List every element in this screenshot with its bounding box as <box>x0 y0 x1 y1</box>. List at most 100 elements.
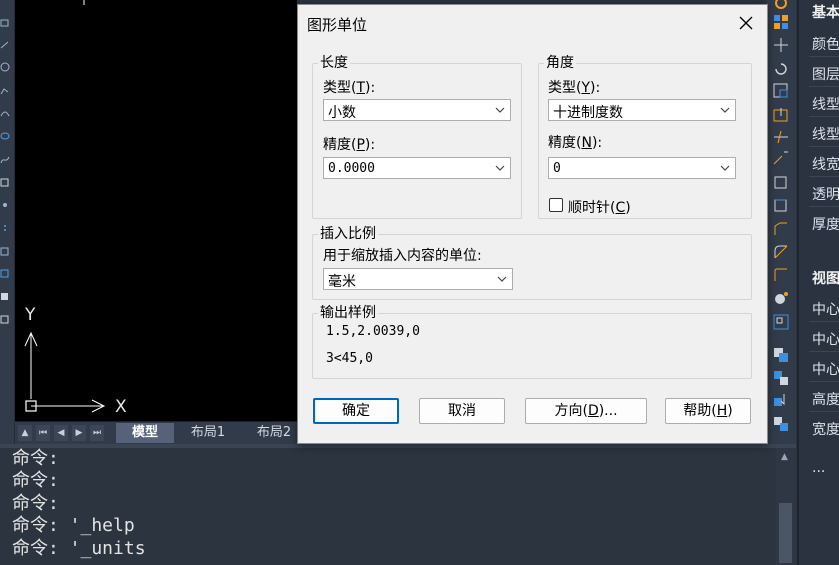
line-tool-icon[interactable] <box>0 40 10 50</box>
command-line: 命令: '_help <box>12 515 135 536</box>
ellipse-tool-icon[interactable] <box>0 131 10 141</box>
clockwise-label[interactable]: 顺时针(C) <box>568 197 631 217</box>
property-center-y[interactable]: 中心 <box>812 329 839 349</box>
property-layer[interactable]: 图层 <box>812 64 839 84</box>
tab-model[interactable]: 模型 <box>116 423 174 443</box>
angle-precision-value: 0 <box>553 161 561 176</box>
tab-next-icon[interactable]: ▶ <box>72 425 86 441</box>
chevron-down-icon <box>495 165 505 171</box>
length-precision-label: 精度(P): <box>323 137 376 153</box>
draworder-front-icon[interactable] <box>772 346 790 364</box>
arc-tool-icon[interactable] <box>0 108 10 118</box>
hatch-tool-icon[interactable] <box>0 247 10 257</box>
layout-tab-bar: ▲ ⏮ ◀ ▶ ⏭ 模型 布局1 布局2 <box>15 421 297 444</box>
stretch-icon[interactable] <box>772 106 790 124</box>
table-tool-icon[interactable] <box>0 292 10 302</box>
length-precision-select[interactable]: 0.0000 <box>323 157 511 179</box>
rotate-icon[interactable] <box>772 60 790 78</box>
command-history[interactable]: 命令: 命令: 命令: 命令: '_help 命令: '_units <box>0 448 776 565</box>
gradient-tool-icon[interactable] <box>0 269 10 279</box>
properties-more[interactable]: ... <box>812 460 825 476</box>
scale-icon[interactable] <box>772 82 790 100</box>
tab-scroll-up-icon[interactable]: ▲ <box>18 425 32 441</box>
command-line: 命令: <box>12 470 59 491</box>
draworder-below-icon[interactable] <box>772 415 790 433</box>
cancel-button[interactable]: 取消 <box>419 398 505 424</box>
close-icon[interactable] <box>737 14 755 32</box>
drawing-canvas[interactable]: Y X <box>15 0 297 421</box>
join-icon[interactable] <box>772 197 790 215</box>
chevron-down-icon <box>720 107 730 113</box>
properties-section-basic[interactable]: 基本 <box>812 2 839 22</box>
insert-scale-group-title: 插入比例 <box>318 226 378 242</box>
explode-icon[interactable] <box>772 289 790 307</box>
x-axis-label: X <box>115 397 127 417</box>
insert-scale-group: 插入比例 <box>312 226 752 300</box>
insert-units-select[interactable]: 毫米 <box>323 268 513 290</box>
angle-type-select[interactable]: 十进制度数 <box>548 99 736 121</box>
property-color[interactable]: 颜色 <box>812 34 839 54</box>
dots-tool-icon[interactable] <box>0 223 10 233</box>
property-lineweight[interactable]: 线宽 <box>812 154 839 174</box>
polyline-tool-icon[interactable] <box>0 86 10 96</box>
sample-output-group: 输出样例 <box>312 305 752 379</box>
angle-group-title: 角度 <box>544 55 576 71</box>
ok-button[interactable]: 确定 <box>313 398 399 424</box>
property-center-z[interactable]: 中心 <box>812 359 839 379</box>
text-tool-icon[interactable] <box>0 315 10 325</box>
help-button[interactable]: 帮助(H) <box>665 398 751 424</box>
angle-precision-label: 精度(N): <box>548 135 603 151</box>
scroll-up-icon[interactable]: ▲ <box>781 452 788 462</box>
clockwise-checkbox[interactable] <box>549 198 563 212</box>
circle-tool-icon[interactable] <box>0 62 10 72</box>
fillet-icon[interactable] <box>772 243 790 261</box>
block-tool-icon[interactable] <box>0 178 10 188</box>
tab-last-icon[interactable]: ⏭ <box>90 425 104 441</box>
y-axis-label: Y <box>25 305 36 325</box>
trim-icon[interactable] <box>772 128 790 146</box>
tab-layout2[interactable]: 布局2 <box>248 423 300 443</box>
property-height[interactable]: 高度 <box>812 389 839 409</box>
tab-first-icon[interactable]: ⏮ <box>36 425 50 441</box>
command-line: 命令: '_units <box>12 538 146 559</box>
property-linetype-scale[interactable]: 线型 <box>812 124 839 144</box>
left-toolbar <box>0 0 15 445</box>
spline-tool-icon[interactable] <box>0 155 10 165</box>
property-linetype[interactable]: 线型 <box>812 94 839 114</box>
property-transparency[interactable]: 透明 <box>812 184 839 204</box>
blend-icon[interactable] <box>772 266 790 284</box>
modify-toolbar <box>766 0 796 444</box>
direction-button[interactable]: 方向(D)... <box>525 398 647 424</box>
chamfer-icon[interactable] <box>772 220 790 238</box>
break-icon[interactable] <box>772 174 790 192</box>
rectangle-tool-icon[interactable] <box>0 18 10 28</box>
properties-section-view[interactable]: 视图 <box>812 268 839 288</box>
length-type-label: 类型(T): <box>323 80 376 96</box>
sample-output-line-2: 3<45,0 <box>326 351 373 366</box>
copy-icon[interactable] <box>772 13 790 31</box>
angle-type-value: 十进制度数 <box>553 105 623 121</box>
sample-output-group-title: 输出样例 <box>318 305 378 321</box>
command-line: 命令: <box>12 448 59 469</box>
property-thickness[interactable]: 厚度 <box>812 214 839 234</box>
erase-icon[interactable] <box>772 0 790 12</box>
command-scrollbar[interactable]: ▲ <box>776 448 796 565</box>
command-line: 命令: <box>12 493 59 514</box>
length-precision-value: 0.0000 <box>328 161 375 176</box>
tab-layout1[interactable]: 布局1 <box>178 423 238 443</box>
chevron-down-icon <box>495 107 505 113</box>
insert-units-value: 毫米 <box>328 274 356 290</box>
length-type-select[interactable]: 小数 <box>323 99 511 121</box>
extend-icon[interactable] <box>772 150 790 168</box>
array-icon[interactable] <box>772 313 790 331</box>
property-center-x[interactable]: 中心 <box>812 299 839 319</box>
point-tool-icon[interactable] <box>0 200 10 210</box>
property-width[interactable]: 宽度 <box>812 419 839 439</box>
tab-prev-icon[interactable]: ◀ <box>54 425 68 441</box>
draworder-back-icon[interactable] <box>772 369 790 387</box>
scrollbar-thumb[interactable] <box>779 503 792 563</box>
angle-precision-select[interactable]: 0 <box>548 157 736 179</box>
angle-type-label: 类型(Y): <box>548 80 601 96</box>
move-icon[interactable] <box>772 36 790 54</box>
draworder-above-icon[interactable] <box>772 392 790 410</box>
